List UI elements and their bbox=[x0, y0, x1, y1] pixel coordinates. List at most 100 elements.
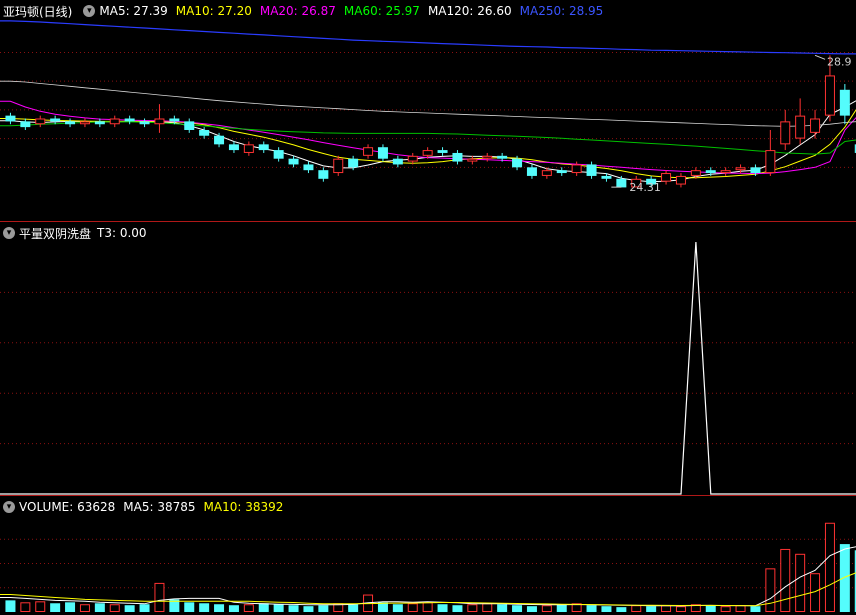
annotation-pointer bbox=[814, 54, 826, 60]
candle-body bbox=[735, 167, 746, 171]
t3-line bbox=[0, 241, 856, 495]
price-chart-title: 亚玛顿(日线) bbox=[3, 4, 73, 19]
candle-body bbox=[228, 144, 239, 151]
volume-bar bbox=[765, 568, 776, 612]
candle-body bbox=[109, 118, 120, 125]
volume-bar bbox=[616, 607, 627, 612]
volume-bar bbox=[661, 605, 672, 613]
volume-bar bbox=[214, 604, 225, 612]
volume-bar bbox=[437, 604, 448, 612]
candle-body bbox=[839, 89, 850, 116]
candle-body bbox=[214, 135, 225, 145]
candle-body bbox=[810, 118, 821, 133]
candle-body bbox=[407, 155, 418, 162]
volume-bar bbox=[318, 605, 329, 612]
candle-body bbox=[79, 121, 90, 125]
signal-indicator-toggle-icon[interactable]: ▾ bbox=[3, 227, 15, 239]
price-indicator-toggle-icon[interactable]: ▾ bbox=[83, 5, 96, 17]
volume-bar bbox=[258, 603, 269, 612]
candle-body bbox=[288, 158, 299, 165]
volume-bar bbox=[839, 544, 850, 612]
volume-bar bbox=[288, 605, 299, 612]
volume-bar bbox=[5, 600, 16, 612]
candle-body bbox=[586, 164, 597, 176]
ma120-label: MA120: 26.60 bbox=[427, 4, 512, 18]
candle-body bbox=[273, 150, 284, 159]
candle-body bbox=[318, 170, 329, 179]
volume-bar bbox=[79, 604, 90, 612]
candle-body bbox=[392, 158, 403, 165]
candle-body bbox=[556, 170, 567, 174]
candle-body bbox=[243, 144, 254, 153]
candle-body bbox=[661, 173, 672, 182]
volume-bar bbox=[139, 604, 150, 612]
volume-bar bbox=[124, 605, 135, 612]
volume-bar bbox=[422, 602, 433, 612]
volume-bar bbox=[675, 606, 686, 612]
candle-body bbox=[437, 150, 448, 153]
candle-body bbox=[512, 158, 523, 168]
candle-body bbox=[154, 118, 165, 125]
candle-body bbox=[675, 175, 686, 185]
ma10-line bbox=[0, 109, 856, 179]
volume-bar bbox=[705, 605, 716, 612]
volume-bar bbox=[795, 553, 806, 612]
ma60-label: MA60: 25.97 bbox=[343, 4, 420, 18]
volume-bar bbox=[243, 604, 254, 612]
volume-bar bbox=[780, 548, 791, 613]
candle-body bbox=[124, 118, 135, 122]
candle-body bbox=[780, 121, 791, 145]
candle-body bbox=[94, 121, 105, 125]
ma5-line bbox=[0, 100, 856, 183]
volume-bar bbox=[109, 604, 120, 612]
vol-ma10-label: MA10: 38392 bbox=[203, 500, 284, 514]
candle-body bbox=[824, 75, 835, 116]
volume-bar bbox=[407, 603, 418, 613]
price-legend: 亚玛顿(日线) ▾ MA5: 27.39 MA10: 27.20 MA20: 2… bbox=[0, 1, 611, 21]
annotation-label: 24.31 bbox=[629, 181, 661, 194]
candle-body bbox=[705, 170, 716, 174]
volume-bar bbox=[467, 604, 478, 612]
candle-body bbox=[5, 115, 16, 122]
volume-bar bbox=[154, 582, 165, 613]
volume-legend: ▾ VOLUME: 63628 MA5: 38785 MA10: 38392 bbox=[0, 497, 291, 517]
candle-body bbox=[199, 129, 210, 136]
volume-bar bbox=[750, 606, 761, 612]
volume-bar bbox=[497, 604, 508, 612]
ma250-line bbox=[0, 20, 856, 55]
volume-bar bbox=[720, 606, 731, 612]
candle-body bbox=[333, 158, 344, 174]
candle-body bbox=[169, 118, 180, 122]
volume-bar bbox=[228, 605, 239, 612]
candle-body bbox=[526, 167, 537, 176]
candle-body bbox=[65, 121, 76, 125]
volume-bar bbox=[526, 606, 537, 612]
candle-body bbox=[35, 118, 46, 125]
annotation-label: 28.9 bbox=[827, 55, 852, 68]
candle-body bbox=[616, 178, 627, 188]
volume-bar bbox=[541, 605, 552, 613]
volume-bar bbox=[631, 605, 642, 613]
candle-body bbox=[690, 170, 701, 176]
volume-bar bbox=[94, 603, 105, 612]
volume-bar bbox=[482, 603, 493, 613]
volume-ma5-line bbox=[0, 546, 856, 607]
volume-bar bbox=[512, 605, 523, 612]
volume-bar bbox=[824, 522, 835, 613]
candle-body bbox=[601, 175, 612, 179]
volume-bar bbox=[199, 603, 210, 612]
volume-bar bbox=[601, 606, 612, 612]
candle-body bbox=[452, 152, 463, 162]
volume-indicator-toggle-icon[interactable]: ▾ bbox=[3, 501, 15, 513]
ma10-label: MA10: 27.20 bbox=[175, 4, 252, 18]
volume-bar bbox=[35, 601, 46, 613]
candle-body bbox=[541, 170, 552, 176]
volume-bar bbox=[20, 602, 31, 612]
ma20-label: MA20: 26.87 bbox=[259, 4, 336, 18]
candle-body bbox=[467, 158, 478, 162]
candle-body bbox=[795, 115, 806, 139]
candle-body bbox=[363, 147, 374, 156]
stock-chart: 28.9 24.31 亚玛顿(日线) ▾ MA5: 27.39 MA10: 27.… bbox=[0, 0, 856, 615]
signal-legend: ▾ 平量双阴洗盘 T3: 0.00 bbox=[0, 223, 155, 243]
volume-bar bbox=[646, 606, 657, 612]
